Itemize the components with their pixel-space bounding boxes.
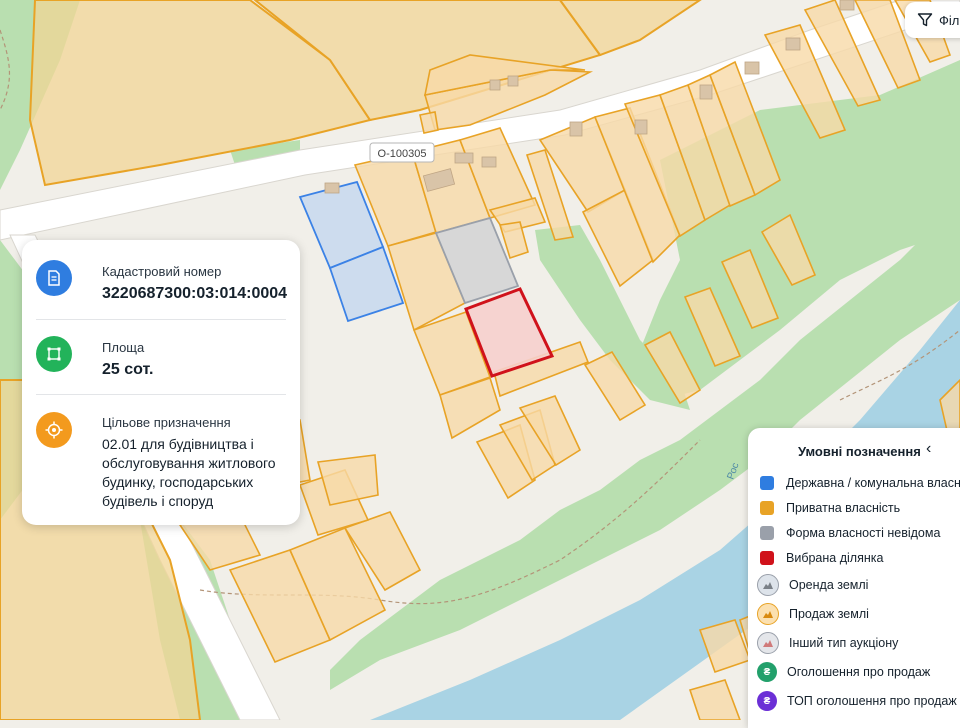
legend-item-label: Приватна власність	[786, 501, 901, 515]
swatch	[760, 501, 774, 515]
chevron-left-icon[interactable]: ‹	[926, 440, 931, 458]
auction-orange-icon	[757, 603, 779, 625]
legend-item-label: ТОП оголошення про продаж	[787, 694, 957, 708]
target-icon	[36, 412, 72, 448]
legend-item-private: Приватна власність	[760, 498, 900, 518]
legend-item-label: Продаж землі	[789, 607, 869, 621]
funnel-icon	[917, 13, 933, 27]
auction-gray-icon	[757, 632, 779, 654]
cadastral-value: 3220687300:03:014:0004	[102, 285, 288, 302]
area-icon	[36, 336, 72, 372]
swatch	[760, 526, 774, 540]
divider	[36, 394, 286, 395]
legend-item-label: Інший тип аукціону	[789, 636, 899, 650]
legend-item-label: Оренда землі	[789, 578, 869, 592]
legend-item-sale: Продаж землі	[757, 603, 869, 625]
swatch	[760, 476, 774, 490]
legend-item-other-auction: Інший тип аукціону	[757, 632, 899, 654]
purpose-label: Цільове призначення	[102, 415, 231, 430]
auction-gray-icon	[757, 574, 779, 596]
parcel-info-card: Кадастровий номер 3220687300:03:014:0004…	[22, 240, 300, 525]
hryvnia-purple-icon: ₴	[757, 691, 777, 711]
road-label-text: О-100305	[378, 148, 427, 160]
legend-item-lease: Оренда землі	[757, 574, 869, 596]
swatch	[760, 551, 774, 565]
legend-item-selected: Вибрана ділянка	[760, 548, 883, 568]
area-value: 25 сот.	[102, 361, 154, 378]
legend-item-unknown: Форма власності невідома	[760, 523, 940, 543]
parcel[interactable]	[419, 111, 439, 134]
legend-item-state: Державна / комунальна власність	[760, 473, 960, 493]
document-icon	[36, 260, 72, 296]
area-label: Площа	[102, 340, 145, 355]
purpose-value: 02.01 для будівництва і обслуговування ж…	[102, 436, 276, 509]
road-label: О-100305	[369, 142, 435, 163]
legend-item-label: Оголошення про продаж	[787, 665, 931, 679]
filter-label: Філ	[939, 12, 960, 28]
legend-item-sale-ad: ₴ Оголошення про продаж	[757, 662, 931, 682]
hryvnia-green-icon: ₴	[757, 662, 777, 682]
legend-item-label: Державна / комунальна власність	[786, 476, 960, 490]
legend-item-top-sale-ad: ₴ ТОП оголошення про продаж	[757, 691, 957, 711]
cadastral-label: Кадастровий номер	[102, 264, 222, 279]
divider	[36, 319, 286, 320]
legend-title: Умовні позначення	[798, 444, 921, 459]
filter-button[interactable]: Філ	[905, 2, 960, 38]
legend-item-label: Вибрана ділянка	[786, 551, 884, 565]
legend-panel: Умовні позначення ‹ Державна / комунальн…	[748, 428, 960, 728]
legend-item-label: Форма власності невідома	[786, 526, 941, 540]
